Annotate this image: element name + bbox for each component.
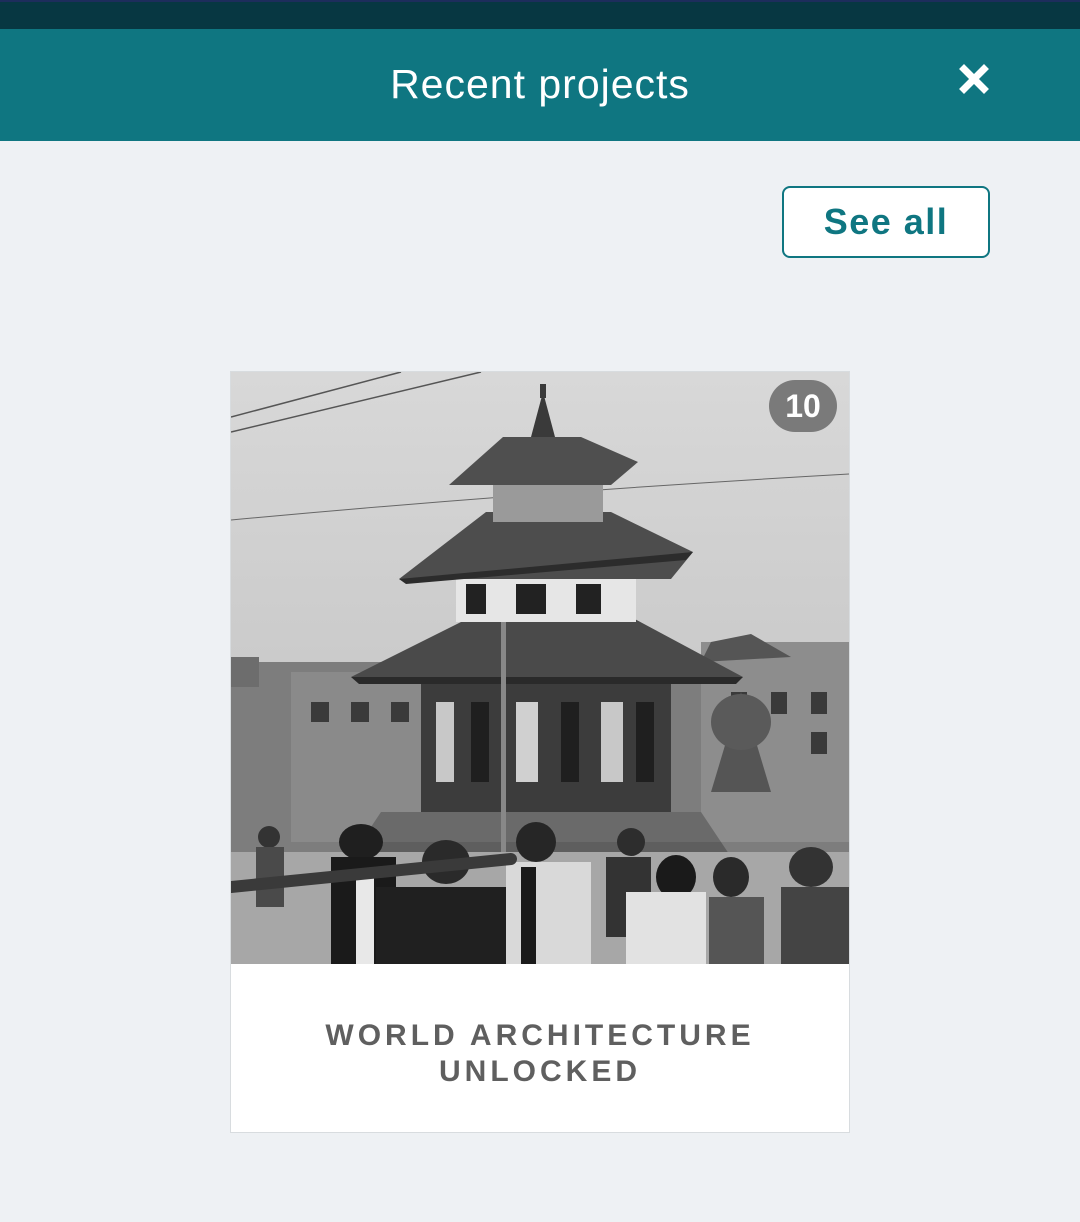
modal-header: Recent projects	[0, 29, 1080, 141]
project-image[interactable]: 10	[231, 372, 849, 964]
top-strip	[0, 0, 1080, 29]
project-card[interactable]: 10 WORLD ARCHITECTURE UNLOCKED	[230, 371, 850, 1133]
item-count-badge: 10	[769, 380, 837, 432]
modal-title: Recent projects	[390, 61, 690, 107]
recent-projects-content: See all 10 WORLD ARCHITECTURE UNLOCKED	[0, 141, 1080, 1222]
close-button[interactable]	[950, 59, 998, 103]
close-icon	[959, 64, 989, 94]
project-name: WORLD ARCHITECTURE UNLOCKED	[325, 1019, 755, 1088]
see-all-button[interactable]: See all	[782, 186, 990, 258]
pagoda-photo	[231, 372, 849, 964]
